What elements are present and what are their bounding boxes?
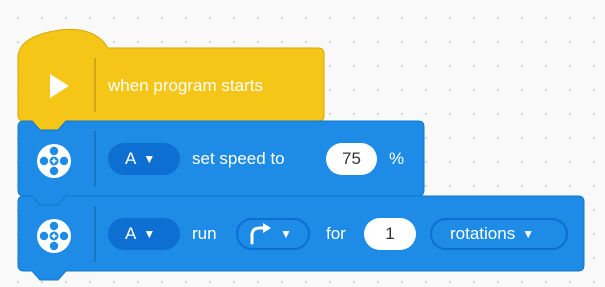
direction-dropdown[interactable]: ▼ [236, 218, 310, 250]
unit-dropdown[interactable]: rotations ▼ [430, 218, 568, 250]
unit-label: rotations [450, 224, 516, 243]
chevron-down-icon: ▼ [143, 152, 156, 166]
play-icon[interactable] [48, 73, 70, 104]
speed-unit: % [389, 149, 405, 168]
chevron-down-icon: ▼ [280, 227, 292, 241]
motor-icon [36, 143, 72, 184]
port-dropdown[interactable]: A ▼ [108, 143, 180, 175]
run-label: run [192, 224, 217, 243]
speed-value-input[interactable]: 75 [326, 143, 377, 175]
speed-divider [94, 131, 96, 187]
run-divider [94, 206, 96, 262]
speed-value: 75 [342, 149, 361, 168]
hat-divider [94, 58, 96, 112]
hat-label: when program starts [108, 76, 263, 95]
port-label: A [125, 224, 137, 243]
motor-icon [36, 218, 72, 259]
rotation-value-input[interactable]: 1 [364, 218, 416, 250]
for-label: for [326, 224, 346, 243]
port-label: A [125, 149, 137, 168]
chevron-down-icon: ▼ [522, 227, 535, 241]
port-dropdown[interactable]: A ▼ [108, 218, 180, 250]
clockwise-arrow-icon [247, 223, 273, 245]
chevron-down-icon: ▼ [143, 227, 156, 241]
speed-label: set speed to [192, 149, 285, 168]
rotation-value: 1 [385, 224, 395, 243]
